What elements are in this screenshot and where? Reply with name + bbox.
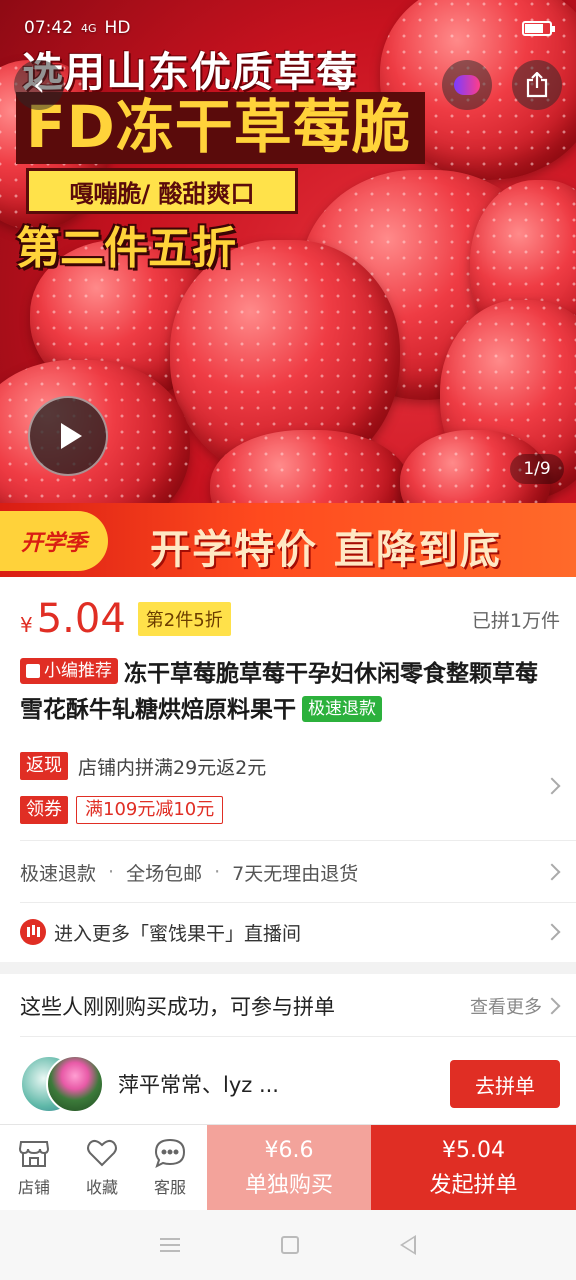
favorite-button[interactable]: 收藏 — [68, 1125, 136, 1211]
product-image-carousel[interactable]: 07:42 4G HD 选用山东优质草莓 FD冻干草莓脆 嘎嘣脆/ 酸甜爽口 第… — [0, 0, 576, 503]
currency-symbol: ¥ — [20, 613, 33, 637]
price-value: 5.04 — [36, 596, 126, 642]
service-7day-return: 7天无理由退货 — [232, 862, 359, 885]
see-more-link[interactable]: 查看更多 — [470, 993, 542, 1019]
home-icon[interactable] — [280, 1236, 299, 1254]
brand-icon — [454, 75, 480, 95]
divider — [20, 1036, 576, 1037]
network-indicator: HD — [104, 18, 131, 38]
heart-icon — [87, 1139, 117, 1167]
back-icon: ‹ — [33, 67, 45, 103]
live-room-entry[interactable]: 进入更多「蜜饯果干」直播间 — [20, 914, 560, 950]
chat-icon — [154, 1138, 186, 1168]
coupon-tag: 领券 — [20, 796, 68, 824]
thumb-icon — [26, 664, 40, 678]
promo-logo: 开学季 — [0, 511, 108, 571]
single-price: ¥6.6 — [264, 1137, 314, 1163]
image-counter: 1/9 — [510, 454, 564, 484]
coupon-promo: 领券 满109元减10元 — [20, 794, 560, 826]
play-icon — [60, 423, 82, 449]
recommend-tag: 小编推荐 — [20, 658, 118, 684]
share-icon — [526, 72, 548, 98]
sold-count: 已拼1万件 — [471, 609, 560, 632]
customer-service-button[interactable]: 客服 — [136, 1125, 204, 1211]
divider — [20, 840, 576, 841]
group-buy-label: 发起拼单 — [429, 1172, 518, 1198]
status-bar: 07:42 4G HD — [24, 14, 555, 42]
service-fast-refund: 极速退款 — [20, 862, 97, 885]
live-room-text: 进入更多「蜜饯果干」直播间 — [54, 922, 302, 945]
store-icon — [18, 1141, 50, 1167]
customer-service-label: 客服 — [153, 1178, 186, 1197]
service-separator: · — [214, 861, 221, 883]
single-buy-label: 单独购买 — [244, 1172, 333, 1198]
discount-tag: 第2件5折 — [137, 602, 231, 636]
coupon-value: 满109元减10元 — [76, 796, 224, 824]
cashback-tag: 返现 — [20, 752, 68, 780]
group-member-names: 萍平常常、lyz ... — [118, 1073, 279, 1097]
service-separator: · — [108, 861, 115, 883]
system-navigation-bar — [0, 1210, 576, 1280]
group-buy-row: 萍平常常、lyz ... 去拼单 — [20, 1054, 560, 1114]
play-video-button[interactable] — [28, 396, 108, 476]
recommend-tag-label: 小编推荐 — [44, 661, 112, 681]
live-icon — [20, 919, 46, 945]
battery-icon — [522, 20, 555, 36]
store-label: 店铺 — [17, 1178, 50, 1197]
share-button[interactable] — [512, 60, 562, 110]
hero-product-name: FD冻干草莓脆 — [16, 92, 425, 164]
hero-feature: 嘎嘣脆/ 酸甜爽口 — [26, 168, 298, 214]
brand-button[interactable] — [442, 60, 492, 110]
join-group-button[interactable]: 去拼单 — [450, 1060, 560, 1108]
group-buy-header: 这些人刚刚购买成功，可参与拼单 查看更多 — [20, 986, 560, 1026]
nav-back-icon[interactable] — [399, 1235, 416, 1255]
avatar — [46, 1055, 104, 1113]
price-row: ¥ 5.04 第2件5折 已拼1万件 — [20, 596, 560, 642]
product-title: 小编推荐 冻干草莓脆草莓干孕妇休闲零食整颗草莓雪花酥牛轧糖烘焙原料果干 极速退款 — [20, 656, 560, 728]
hero-headline: 选用山东优质草莓 — [22, 48, 358, 96]
cashback-text: 店铺内拼满29元返2元 — [78, 756, 267, 779]
bottom-action-bar: 店铺 收藏 客服 ¥6.6 单独购买 ¥5.04 发起拼单 — [0, 1124, 576, 1211]
signal-indicator: 4G — [81, 21, 97, 35]
promo-banner[interactable]: 开学季 开学特价 直降到底 — [0, 503, 576, 577]
group-buy-heading: 这些人刚刚购买成功，可参与拼单 — [20, 995, 335, 1019]
favorite-label: 收藏 — [85, 1178, 118, 1197]
divider — [20, 902, 576, 903]
back-button[interactable]: ‹ — [14, 60, 64, 110]
group-price: ¥5.04 — [442, 1137, 505, 1163]
service-free-shipping: 全场包邮 — [126, 862, 203, 885]
hero-offer: 第二件五折 — [16, 223, 236, 274]
menu-icon[interactable] — [160, 1238, 181, 1252]
cashback-promo: 返现 店铺内拼满29元返2元 — [20, 750, 560, 782]
promotions-list[interactable]: 返现 店铺内拼满29元返2元 领券 满109元减10元 — [20, 750, 560, 838]
start-group-button[interactable]: ¥5.04 发起拼单 — [371, 1125, 576, 1211]
service-row[interactable]: 极速退款 · 全场包邮 · 7天无理由退货 — [20, 852, 560, 892]
buy-single-button[interactable]: ¥6.6 单独购买 — [207, 1125, 371, 1211]
clock: 07:42 — [24, 18, 73, 38]
refund-tag: 极速退款 — [302, 696, 382, 722]
promo-slogan: 开学特价 直降到底 — [150, 527, 502, 573]
hero-product-name-text: FD冻干草莓脆 — [26, 93, 411, 161]
section-gap — [0, 962, 576, 974]
store-button[interactable]: 店铺 — [0, 1125, 68, 1211]
